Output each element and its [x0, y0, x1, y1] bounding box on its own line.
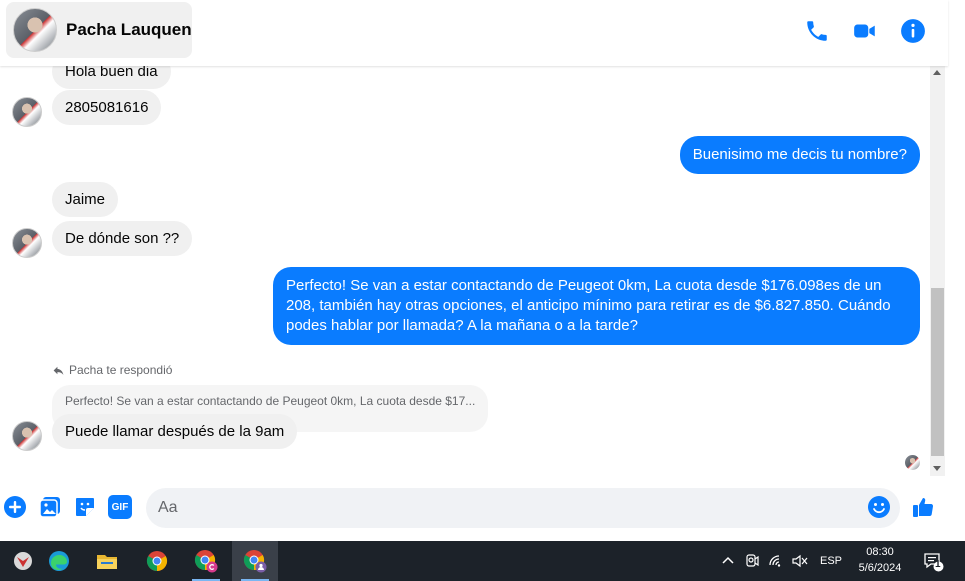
chrome-icon[interactable]	[134, 541, 180, 581]
contact-avatar-small	[12, 228, 42, 258]
meet-now-icon[interactable]	[744, 553, 760, 569]
contact-avatar-small	[12, 97, 42, 127]
chat-header: Pacha Lauquen	[0, 0, 948, 66]
message-incoming: Puede llamar después de la 9am	[52, 414, 298, 449]
wifi-icon[interactable]	[768, 553, 786, 569]
windows-taskbar: ESP 08:30 5/6/2024 1	[0, 541, 965, 581]
message-incoming: Jaime	[52, 182, 119, 217]
emoji-icon[interactable]	[867, 495, 891, 519]
chrome-profile-c-icon[interactable]	[183, 541, 229, 581]
system-tray	[720, 541, 736, 581]
tray-network	[768, 541, 786, 581]
message-outgoing: Buenisimo me decis tu nombre?	[679, 136, 920, 174]
message-incoming: Hola buen dia	[52, 66, 171, 89]
chevron-up-icon[interactable]	[720, 553, 736, 569]
reply-indicator: Pacha te respondió	[52, 363, 172, 377]
gif-icon[interactable]: GIF	[108, 495, 132, 519]
contact-header-button[interactable]: Pacha Lauquen	[6, 2, 192, 58]
chrome-profile-active-icon[interactable]	[232, 541, 278, 581]
sticker-icon[interactable]	[73, 495, 97, 519]
tray-language: ESP	[820, 541, 842, 581]
clock-date: 5/6/2024	[858, 562, 902, 574]
scroll-up-arrow-icon[interactable]	[933, 70, 941, 75]
taskbar-clock[interactable]: 08:30 5/6/2024	[852, 544, 908, 576]
clock-time: 08:30	[866, 546, 894, 558]
edge-icon[interactable]	[36, 541, 82, 581]
message-incoming: De dónde son ??	[52, 221, 193, 256]
file-explorer-icon[interactable]	[84, 541, 130, 581]
seen-avatar	[905, 455, 920, 470]
reply-label: Pacha te respondió	[69, 363, 173, 377]
message-incoming: 2805081616	[52, 90, 162, 125]
messenger-window: Pacha Lauquen Hola buen dia 2805081616 B…	[0, 0, 965, 541]
contact-name: Pacha Lauquen	[66, 20, 192, 39]
tray-volume	[791, 541, 809, 581]
like-icon[interactable]	[911, 495, 935, 519]
notification-count: 1	[935, 559, 941, 570]
volume-muted-icon[interactable]	[791, 553, 809, 569]
scroll-down-arrow-icon[interactable]	[933, 466, 941, 471]
contact-avatar	[13, 8, 57, 52]
scrollbar-thumb[interactable]	[931, 288, 944, 456]
message-input[interactable]	[146, 488, 900, 528]
tray-icons	[744, 541, 760, 581]
contact-avatar-small	[12, 421, 42, 451]
message-list[interactable]: Hola buen dia 2805081616 Buenisimo me de…	[0, 66, 930, 478]
chat-scrollbar[interactable]	[930, 66, 945, 476]
language-indicator[interactable]: ESP	[820, 555, 842, 567]
video-icon[interactable]	[852, 18, 878, 44]
phone-icon[interactable]	[804, 18, 830, 44]
gallery-icon[interactable]	[38, 495, 62, 519]
reply-icon	[53, 366, 64, 375]
composer-bar: GIF	[0, 482, 948, 536]
message-outgoing: Perfecto! Se van a estar contactando de …	[273, 267, 920, 345]
info-icon[interactable]	[900, 18, 926, 44]
plus-icon[interactable]	[3, 495, 27, 519]
tray-notifications: 1	[922, 541, 944, 581]
